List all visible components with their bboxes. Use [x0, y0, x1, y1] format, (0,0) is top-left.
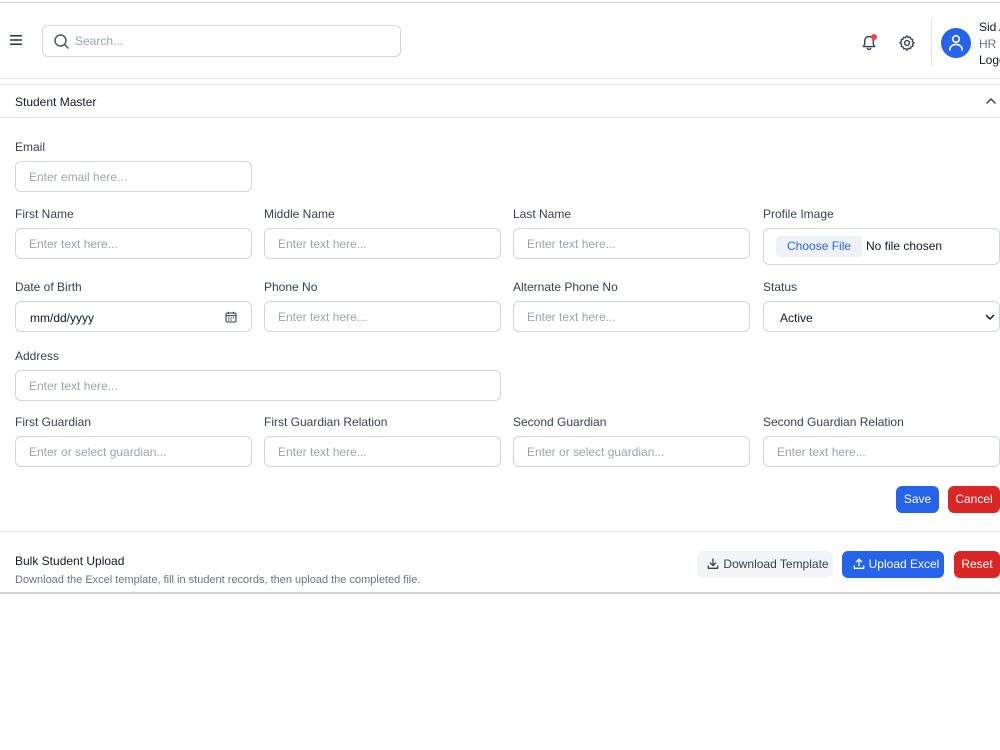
email-field[interactable]: [16, 162, 251, 191]
bulk-divider: [0, 531, 1000, 532]
phone-wrapper: [264, 301, 501, 332]
email-field-wrapper: [15, 161, 252, 192]
first-name-field[interactable]: [16, 229, 251, 258]
second-guardian-label: Second Guardian: [513, 415, 607, 429]
alt-phone-field[interactable]: [514, 302, 749, 331]
email-label: Email: [15, 140, 46, 154]
profile-image-label: Profile Image: [763, 207, 834, 221]
status-value: Active: [780, 311, 813, 325]
bulk-upload-title: Bulk Student Upload: [15, 554, 125, 568]
student-master-panel: Student Master Email First Name Middle N…: [0, 84, 1000, 594]
cancel-button[interactable]: Cancel: [948, 486, 1000, 513]
user-role: HR: [979, 37, 997, 51]
first-name-label: First Name: [15, 207, 74, 221]
choose-file-button[interactable]: Choose File: [776, 236, 863, 257]
first-guardian-relation-label: First Guardian Relation: [264, 415, 388, 429]
hamburger-menu-icon[interactable]: [9, 33, 23, 47]
address-field[interactable]: [16, 371, 500, 400]
calendar-icon[interactable]: [225, 311, 237, 323]
search-field[interactable]: [42, 25, 401, 57]
search-icon: [54, 34, 69, 49]
middle-name-field[interactable]: [265, 229, 500, 258]
dob-field[interactable]: mm/dd/yyyy: [15, 301, 252, 332]
upload-excel-label: Upload Excel: [868, 557, 940, 571]
dob-value: mm/dd/yyyy: [30, 311, 95, 325]
middle-name-label: Middle Name: [264, 207, 335, 221]
address-label: Address: [15, 349, 60, 363]
reset-button[interactable]: Reset: [954, 551, 1000, 578]
first-guardian-relation-field[interactable]: [265, 437, 500, 466]
first-guardian-label: First Guardian: [15, 415, 92, 429]
second-guardian-relation-label: Second Guardian Relation: [763, 415, 904, 429]
dob-label: Date of Birth: [15, 280, 82, 294]
settings-gear-icon[interactable]: [898, 34, 916, 52]
second-guardian-field[interactable]: [514, 437, 749, 466]
phone-label: Phone No: [264, 280, 318, 294]
download-template-label: Download Template: [723, 557, 829, 571]
download-icon: [707, 558, 719, 569]
alt-phone-label: Alternate Phone No: [513, 280, 618, 294]
header-divider: [931, 18, 932, 66]
download-template-button[interactable]: Download Template: [697, 551, 833, 578]
status-select[interactable]: Active: [763, 301, 1000, 332]
first-guardian-wrapper: [15, 436, 252, 467]
second-guardian-relation-field[interactable]: [764, 437, 999, 466]
collapse-chevron-up-icon[interactable]: [985, 95, 997, 107]
upload-excel-button[interactable]: Upload Excel: [842, 551, 944, 578]
panel-divider: [0, 117, 1000, 118]
user-name: Sid A: [979, 20, 1000, 34]
user-icon: [949, 34, 963, 51]
file-status: No file chosen: [866, 239, 943, 253]
save-button[interactable]: Save: [896, 486, 939, 513]
middle-name-wrapper: [264, 228, 501, 259]
bulk-upload-description: Download the Excel template, fill in stu…: [15, 574, 421, 586]
first-guardian-field[interactable]: [16, 437, 251, 466]
last-name-field[interactable]: [514, 229, 749, 258]
phone-field[interactable]: [265, 302, 500, 331]
second-guardian-relation-wrapper: [763, 436, 1000, 467]
logout-link[interactable]: Logout: [979, 53, 1000, 67]
panel-title: Student Master: [15, 95, 97, 109]
address-wrapper: [15, 370, 501, 401]
status-label: Status: [763, 280, 798, 294]
first-name-wrapper: [15, 228, 252, 259]
user-avatar[interactable]: [941, 28, 971, 58]
chevron-down-icon: [985, 314, 995, 320]
app-header: Sid A HR Logout: [0, 3, 1000, 79]
search-input[interactable]: [75, 26, 395, 56]
profile-image-input[interactable]: Choose File No file chosen: [763, 228, 1000, 265]
alt-phone-wrapper: [513, 301, 750, 332]
last-name-wrapper: [513, 228, 750, 259]
notification-dot: [871, 34, 877, 40]
last-name-label: Last Name: [513, 207, 572, 221]
first-guardian-relation-wrapper: [264, 436, 501, 467]
second-guardian-wrapper: [513, 436, 750, 467]
upload-icon: [853, 558, 865, 569]
